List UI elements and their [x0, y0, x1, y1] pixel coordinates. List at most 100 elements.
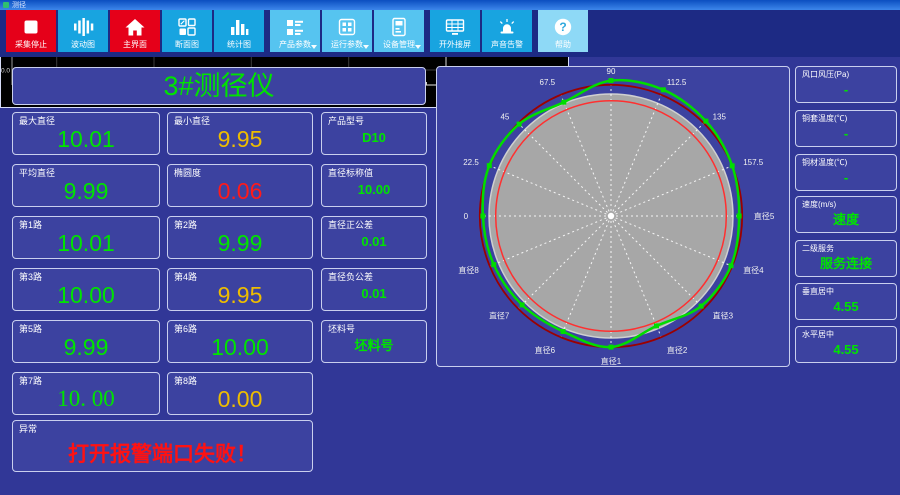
toolbar-button-4[interactable]: 断面图: [162, 10, 212, 52]
toolbar-button-label: 帮助: [555, 40, 571, 49]
toolbar-button-label: 声音告警: [491, 40, 523, 49]
polar-chart-panel: 0 22.5 45 67.5 90 112.5 135 157.5 直径5 直径4 直径3 直径2 直径…: [436, 66, 790, 367]
status-field: 铜材温度(℃) -: [795, 154, 897, 191]
toolbar-button-label: 开外接屏: [439, 40, 471, 49]
gauge-field: 第6路 10.00: [167, 320, 313, 363]
status-field: 二级服务服务连接: [795, 240, 897, 277]
stats-icon: [214, 15, 264, 39]
gauge-field: 直径负公差 0.01: [321, 268, 427, 311]
gauge-field-label: 第5路: [19, 324, 43, 334]
toolbar-button-2[interactable]: 波动图: [58, 10, 108, 52]
status-field-label: 水平居中: [802, 330, 834, 339]
gauge-field: 第5路 9.99: [12, 320, 160, 363]
toolbar-button-8[interactable]: 设备管理: [374, 10, 424, 52]
status-field-label: 二级服务: [802, 244, 834, 253]
gauge-field-value: 9.99: [217, 230, 263, 256]
gauge-field: 第3路 10.00: [12, 268, 160, 311]
gauge-field-value: 9.99: [63, 178, 109, 204]
gauge-field-value: 坯料号: [354, 338, 394, 353]
gauge-field-label: 第7路: [19, 376, 43, 386]
toolbar-button-6[interactable]: 产品参数: [270, 10, 320, 52]
gauge-field: 椭圆度 0.06: [167, 164, 313, 207]
gauge-field-label: 第1路: [19, 220, 43, 230]
svg-text:135: 135: [713, 112, 727, 121]
status-field-value: -: [843, 170, 849, 185]
toolbar-button-11[interactable]: ? 帮助: [538, 10, 588, 52]
gauge-field-value: 0.01: [361, 286, 387, 301]
svg-text:直径8: 直径8: [458, 265, 479, 275]
status-field-value: 4.55: [833, 299, 859, 314]
toolbar-button-7[interactable]: 运行参数: [322, 10, 372, 52]
toolbar-button-1[interactable]: 采集停止: [6, 10, 56, 52]
status-field: 风口风压(Pa) -: [795, 66, 897, 103]
status-field-label: 速度(m/s): [802, 200, 837, 209]
status-field-value: 4.55: [833, 342, 859, 357]
window-title: 测径: [12, 1, 26, 9]
alarm-box: 异常 打开报警端口失败！: [12, 420, 313, 472]
svg-text:直径6: 直径6: [535, 345, 556, 355]
gauge-field: 最小直径 9.95: [167, 112, 313, 155]
sound-alarm-icon: [482, 15, 532, 39]
toolbar-button-5[interactable]: 统计图: [214, 10, 264, 52]
svg-text:157.5: 157.5: [743, 158, 764, 167]
svg-text:90: 90: [607, 67, 616, 76]
gauge-field-value: 0.06: [217, 178, 263, 204]
svg-text:直径4: 直径4: [743, 265, 764, 275]
status-field-value: -: [843, 126, 849, 141]
toolbar: 采集停止 波动图 主界面 断面图 统计图 产品参数 运行参数 设备管理 开外接屏 声音告警? 帮助: [0, 10, 900, 57]
app-window: { "window": { "title": "测径" }, "palette"…: [0, 0, 900, 495]
status-field-value: 服务连接: [819, 256, 872, 271]
gauge-field: 产品型号 D10: [321, 112, 427, 155]
svg-text:22.5: 22.5: [463, 158, 479, 167]
chevron-down-icon: [415, 45, 421, 49]
gauge-field-label: 椭圆度: [174, 168, 202, 178]
status-field-label: 铜材温度(℃): [802, 158, 848, 167]
gauge-field-label: 直径负公差: [328, 272, 374, 282]
gauge-field-label: 直径正公差: [328, 220, 374, 230]
gauge-field-value: 10.01: [57, 126, 115, 152]
gauge-field: 坯料号 坯料号: [321, 320, 427, 363]
gauge-field: 第7路 10. 00: [12, 372, 160, 415]
svg-text:67.5: 67.5: [540, 78, 556, 87]
product-params-icon: [270, 15, 320, 39]
run-params-icon: [322, 15, 372, 39]
help-icon: ?: [538, 15, 588, 39]
gauge-field-label: 直径标称值: [328, 168, 374, 178]
toolbar-button-label: 波动图: [71, 40, 95, 49]
gauge-field-label: 最小直径: [174, 116, 211, 126]
gauge-field-value: 0.00: [217, 386, 263, 412]
svg-text:直径7: 直径7: [489, 311, 510, 321]
gauge-field: 第2路 9.99: [167, 216, 313, 259]
status-field: 速度(m/s) 速度: [795, 196, 897, 233]
gauge-field-label: 坯料号: [328, 324, 356, 334]
status-field: 水平居中 4.55: [795, 326, 897, 363]
wave-icon: [58, 15, 108, 39]
gauge-field-value: 9.95: [217, 282, 263, 308]
svg-text:直径3: 直径3: [713, 311, 734, 321]
toolbar-button-3[interactable]: 主界面: [110, 10, 160, 52]
chevron-down-icon: [311, 45, 317, 49]
polar-chart: 0 22.5 45 67.5 90 112.5 135 157.5 直径5 直径4 直径3 直径2 直径…: [458, 67, 775, 366]
gauge-field: 第4路 9.95: [167, 268, 313, 311]
gauge-field-value: 10.00: [57, 282, 115, 308]
gauge-field: 直径正公差 0.01: [321, 216, 427, 259]
status-field: 铜套温度(℃) -: [795, 110, 897, 147]
gauge-field-label: 第6路: [174, 324, 198, 334]
svg-text:直径5: 直径5: [754, 211, 775, 221]
gauge-field-label: 第2路: [174, 220, 198, 230]
section-icon: [162, 15, 212, 39]
toolbar-button-10[interactable]: 声音告警: [482, 10, 532, 52]
chevron-down-icon: [363, 45, 369, 49]
gauge-field-label: 第8路: [174, 376, 198, 386]
toolbar-button-9[interactable]: 开外接屏: [430, 10, 480, 52]
toolbar-button-label: 统计图: [227, 40, 251, 49]
gauge-field-label: 最大直径: [19, 116, 56, 126]
gauge-field-value: 9.95: [217, 126, 263, 152]
status-field-label: 风口风压(Pa): [802, 70, 850, 79]
svg-text:0: 0: [464, 212, 469, 221]
toolbar-button-label: 断面图: [175, 40, 199, 49]
external-screen-icon: [430, 15, 480, 39]
svg-text:?: ?: [559, 20, 566, 34]
gauge-field-value: 0.01: [361, 234, 387, 249]
alarm-label: 异常: [19, 424, 38, 434]
